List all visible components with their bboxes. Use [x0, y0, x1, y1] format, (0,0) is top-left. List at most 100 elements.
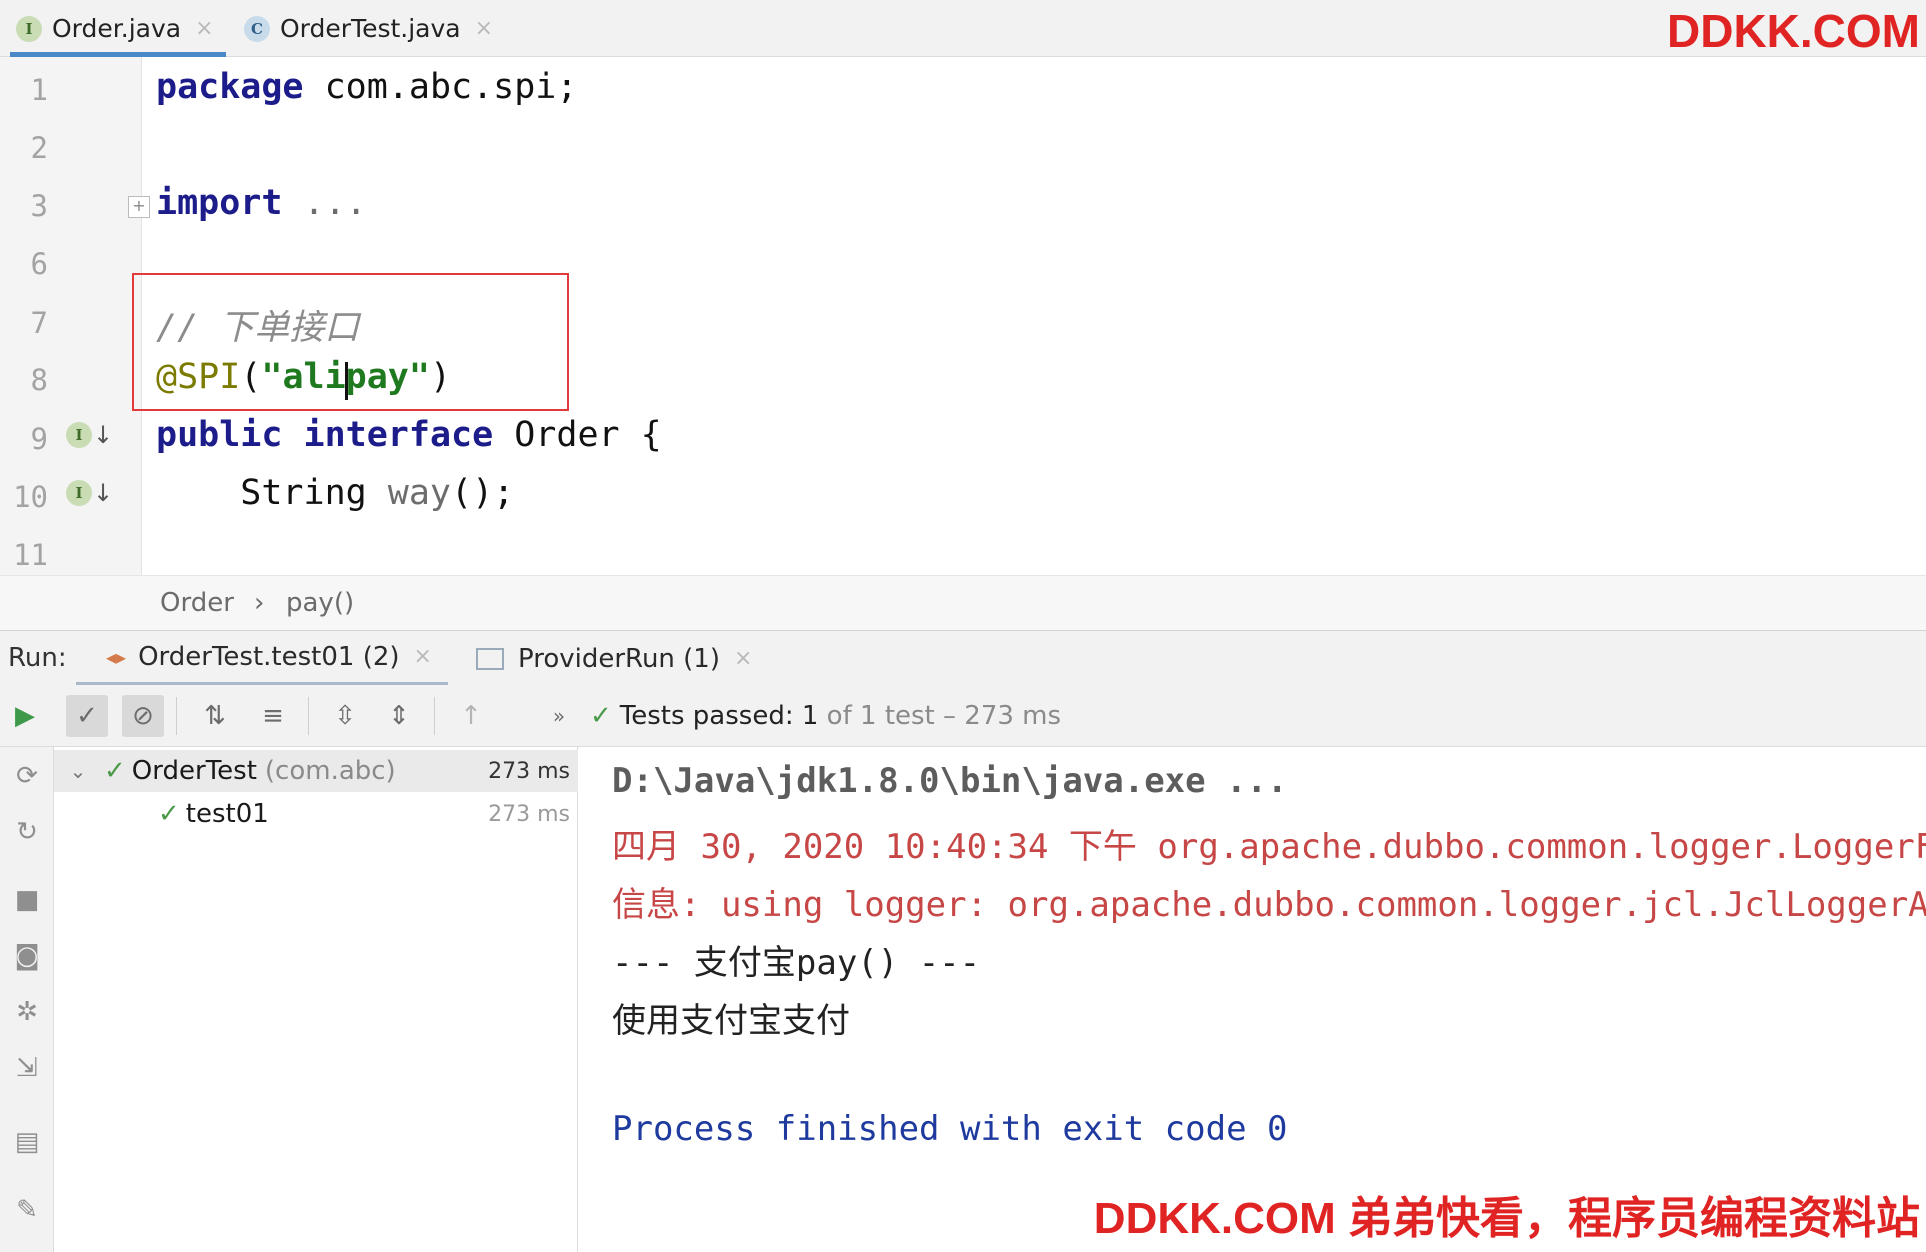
gear-icon[interactable]: ✲: [8, 993, 46, 1031]
check-icon: ✓: [158, 799, 180, 829]
tree-row-ordertest[interactable]: ⌄ ✓ OrderTest (com.abc) 273 ms: [54, 750, 578, 792]
run-side-toolbar: ⟳ ↻ ■ ◙ ✲ ⇲ ▤ ✎: [0, 747, 54, 1252]
sort-by-duration-icon[interactable]: ≡: [252, 695, 294, 737]
test-method-name: test01: [185, 799, 269, 829]
run-tab-ordertest[interactable]: ◂▸ OrderTest.test01 (2) ×: [76, 631, 448, 686]
interface-file-icon: I: [16, 15, 42, 42]
watermark-top: DDKK.COM: [1667, 5, 1920, 57]
check-icon: ✓: [590, 701, 612, 731]
breadcrumb-separator-icon: ›: [254, 588, 265, 618]
line-number: 1: [30, 73, 48, 107]
more-actions-icon[interactable]: »: [538, 695, 580, 737]
keyword: public: [156, 415, 283, 455]
layout-icon[interactable]: ▤: [8, 1123, 46, 1161]
text-cursor: [345, 362, 348, 400]
breadcrumb-item-pay[interactable]: pay(): [286, 588, 354, 618]
arrow-down-icon: ↓: [93, 479, 114, 507]
line-number: 10: [13, 480, 48, 514]
code-line-9: public interface Order {: [156, 415, 662, 455]
watermark-bottom: DDKK.COM 弟弟快看，程序员编程资料站: [1093, 1194, 1920, 1243]
line-number: 9: [30, 422, 48, 456]
console-line: 使用支付宝支付: [612, 1001, 850, 1041]
run-tab-bar: Run: ◂▸ OrderTest.test01 (2) × ProviderR…: [0, 630, 1926, 686]
folded-imports[interactable]: ...: [282, 183, 367, 223]
close-icon[interactable]: ×: [195, 16, 213, 41]
code-text: Order {: [493, 415, 662, 455]
tab-order-java[interactable]: I Order.java ×: [10, 0, 226, 57]
test-tree: ⌄ ✓ OrderTest (com.abc) 273 ms ✓ test01 …: [54, 747, 578, 1252]
show-ignored-icon[interactable]: ⊘: [122, 695, 164, 737]
test-package: (com.abc): [264, 756, 396, 786]
code-text: com.abc.spi;: [303, 67, 578, 107]
app-run-icon: [476, 647, 504, 670]
test-run-icon: ◂▸: [106, 644, 127, 669]
line-number: 8: [30, 363, 48, 397]
line-number: 6: [30, 247, 48, 281]
code-editor[interactable]: 1 2 3 6 7 8 9 10 11 I ↓ I ↓ + package com.…: [0, 57, 1926, 575]
import-icon[interactable]: ⇲: [8, 1049, 46, 1087]
editor-tab-bar: I Order.java × C OrderTest.java ×: [0, 0, 1926, 57]
console-line: Process finished with exit code 0: [612, 1109, 1288, 1149]
test-duration: 273 ms: [488, 758, 570, 784]
keyword: interface: [282, 415, 494, 455]
highlight-box: [132, 273, 569, 411]
code-line-3: import ...: [156, 183, 367, 223]
line-number: 3: [30, 189, 48, 223]
pin-icon[interactable]: ✎: [8, 1191, 46, 1229]
code-text: ();: [451, 473, 515, 513]
close-icon[interactable]: ×: [414, 644, 432, 669]
console-line: 信息: using logger: org.apache.dubbo.commo…: [612, 885, 1926, 925]
status-prefix: Tests passed:: [619, 701, 802, 731]
rerun-failed-icon[interactable]: ↻: [8, 813, 46, 851]
test-class-name: OrderTest: [131, 756, 257, 786]
show-passed-icon[interactable]: ✓: [66, 695, 108, 737]
status-count: 1: [801, 701, 819, 731]
code-line-1: package com.abc.spi;: [156, 67, 577, 107]
type-name: String: [156, 473, 367, 513]
run-tab-providerrun[interactable]: ProviderRun (1) ×: [476, 631, 776, 686]
console-output[interactable]: D:\Java\jdk1.8.0\bin\java.exe ... 四月 30,…: [578, 747, 1926, 1252]
test-duration: 273 ms: [488, 801, 570, 827]
check-icon: ✓: [104, 756, 126, 786]
run-label: Run:: [8, 643, 67, 673]
console-line: 四月 30, 2020 10:40:34 下午 org.apache.dubbo…: [612, 827, 1926, 867]
class-file-icon: C: [244, 15, 270, 42]
expand-all-icon[interactable]: ⇳: [324, 695, 366, 737]
breadcrumb: Order › pay(): [0, 575, 1926, 630]
camera-icon[interactable]: ◙: [8, 937, 46, 975]
rerun-icon[interactable]: ▶: [4, 695, 46, 737]
keyword: package: [156, 67, 304, 107]
tree-row-test01[interactable]: ✓ test01 273 ms: [54, 793, 578, 835]
breadcrumb-item-order[interactable]: Order: [160, 588, 234, 618]
fold-expand-icon[interactable]: +: [128, 196, 150, 218]
run-tab-label: ProviderRun (1): [518, 643, 720, 674]
code-line-10: String way();: [156, 473, 514, 513]
previous-failed-icon[interactable]: ↑: [450, 695, 492, 737]
status-suffix: of 1 test – 273 ms: [818, 701, 1062, 731]
tab-label: OrderTest.java: [280, 14, 461, 43]
interface-icon: I: [66, 422, 92, 448]
line-number: 7: [30, 306, 48, 340]
editor-gutter: 1 2 3 6 7 8 9 10 11 I ↓ I ↓: [0, 57, 142, 575]
tab-label: Order.java: [52, 14, 182, 43]
close-icon[interactable]: ×: [475, 16, 493, 41]
arrow-down-icon: ↓: [93, 421, 114, 449]
implemented-gutter-icon[interactable]: I ↓: [66, 479, 113, 507]
run-toolbar: ▶ ✓ ⊘ ⇅ ≡ ⇳ ⇕ ↑ » ✓ Tests passed: 1 of 1 …: [0, 685, 1926, 747]
sort-alphabetically-icon[interactable]: ⇅: [194, 695, 236, 737]
implemented-gutter-icon[interactable]: I ↓: [66, 421, 113, 449]
stop-icon[interactable]: ■: [8, 881, 46, 919]
run-tab-label: OrderTest.test01 (2): [138, 641, 400, 672]
console-line: --- 支付宝pay() ---: [612, 943, 981, 983]
test-status: ✓ Tests passed: 1 of 1 test – 273 ms: [590, 701, 1061, 731]
method-name: way: [366, 473, 452, 513]
interface-icon: I: [66, 480, 92, 506]
chevron-down-icon[interactable]: ⌄: [62, 759, 94, 783]
collapse-all-icon[interactable]: ⇕: [378, 695, 420, 737]
tab-ordertest-java[interactable]: C OrderTest.java ×: [244, 0, 510, 57]
console-line: D:\Java\jdk1.8.0\bin\java.exe ...: [612, 761, 1288, 801]
line-number: 11: [13, 538, 48, 572]
close-icon[interactable]: ×: [734, 646, 752, 671]
debug-icon[interactable]: ⟳: [8, 757, 46, 795]
keyword: import: [156, 183, 283, 223]
